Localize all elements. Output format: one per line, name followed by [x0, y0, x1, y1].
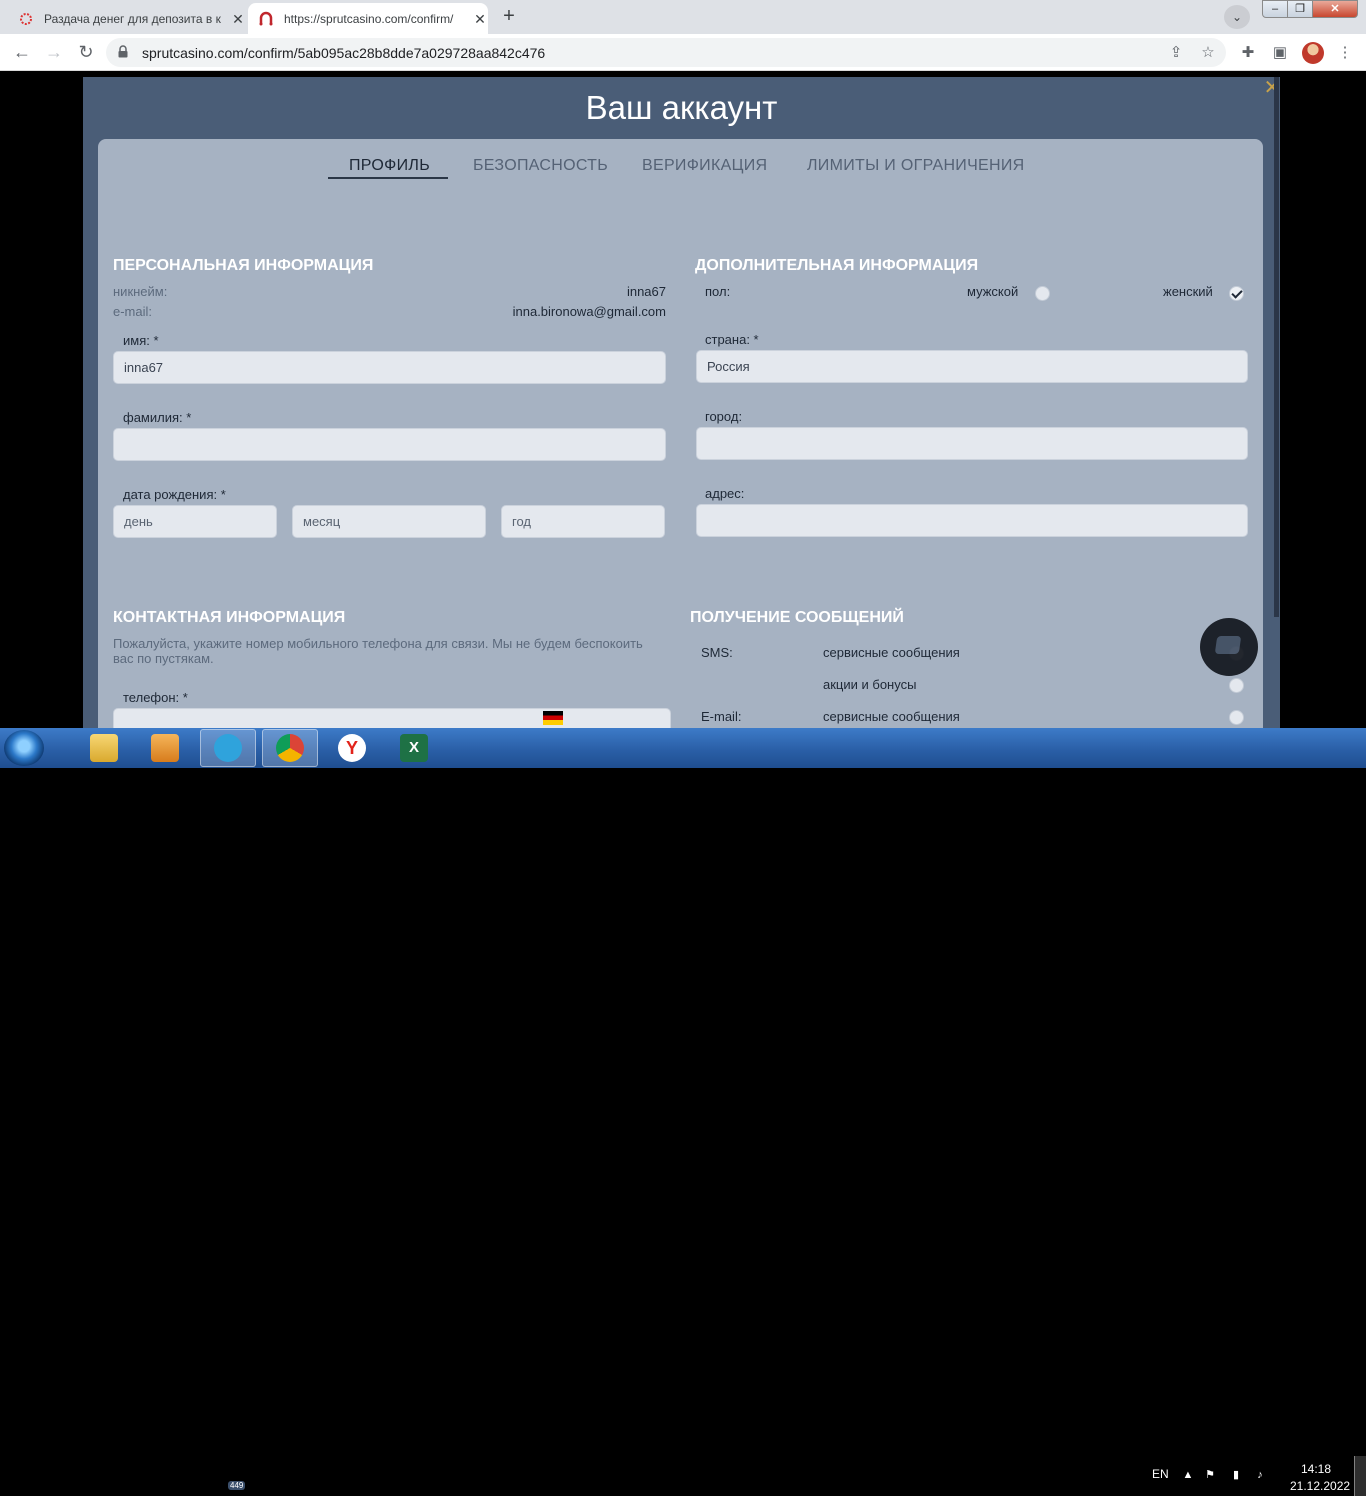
url-text: sprutcasino.com/confirm/5ab095ac28b8dde7… — [142, 45, 546, 61]
last-name-input[interactable] — [113, 428, 666, 461]
tab-limits[interactable]: ЛИМИТЫ И ОГРАНИЧЕНИЯ — [807, 157, 1025, 175]
email-messages-label: E-mail: — [701, 709, 742, 724]
show-desktop-button[interactable] — [1354, 1456, 1366, 1496]
page-content: Ваш аккаунт ✕ ПРОФИЛЬ БЕЗОПАСНОСТЬ ВЕРИФ… — [0, 71, 1366, 728]
telegram-unread-badge: 449 — [228, 1481, 246, 1490]
phone-label: телефон: * — [123, 690, 188, 705]
email-service-radio[interactable] — [1229, 710, 1244, 725]
profile-panel: ПРОФИЛЬ БЕЗОПАСНОСТЬ ВЕРИФИКАЦИЯ ЛИМИТЫ … — [98, 139, 1263, 728]
birth-year-select[interactable]: год — [501, 505, 665, 538]
additional-info-title: ДОПОЛНИТЕЛЬНАЯ ИНФОРМАЦИЯ — [695, 257, 979, 274]
email-service-label: сервисные сообщения — [823, 709, 960, 724]
tab-security[interactable]: БЕЗОПАСНОСТЬ — [473, 157, 608, 175]
country-label: страна: * — [705, 332, 759, 347]
address-label: адрес: — [705, 486, 745, 501]
gear-favicon-icon — [18, 11, 34, 27]
browser-toolbar: ← → ↻ sprutcasino.com/confirm/5ab095ac28… — [0, 34, 1366, 71]
taskbar: Y X 449 EN ▲ ⚑ ▮ ♪ 14:18 21.12.2022 — [0, 728, 1366, 1496]
language-indicator[interactable]: EN — [1152, 1467, 1169, 1481]
nickname-label: никнейм: — [113, 284, 168, 299]
window-minimize-button[interactable]: – — [1262, 0, 1288, 18]
clock-time[interactable]: 14:18 — [1296, 1462, 1336, 1476]
first-name-label: имя: * — [123, 333, 159, 348]
sms-promo-radio[interactable] — [1229, 678, 1244, 693]
phone-input[interactable] — [113, 708, 671, 728]
gender-label: пол: — [705, 284, 731, 299]
account-tabs: ПРОФИЛЬ БЕЗОПАСНОСТЬ ВЕРИФИКАЦИЯ ЛИМИТЫ … — [98, 157, 1263, 181]
personal-info-title: ПЕРСОНАЛЬНАЯ ИНФОРМАЦИЯ — [113, 257, 374, 274]
city-label: город: — [705, 409, 743, 424]
tray-expand-icon[interactable]: ▲ — [1181, 1468, 1195, 1482]
share-icon[interactable]: ⇪ — [1166, 43, 1186, 63]
sms-service-label: сервисные сообщения — [823, 645, 960, 660]
sms-promo-label: акции и бонусы — [823, 677, 917, 692]
nickname-value: inna67 — [626, 284, 666, 299]
birth-day-select[interactable]: день — [113, 505, 277, 538]
profile-avatar[interactable] — [1302, 42, 1324, 64]
browser-tab-strip: Раздача денег для депозита в к ✕ https:/… — [0, 0, 1366, 34]
window-close-button[interactable]: ✕ — [1312, 0, 1358, 18]
extensions-puzzle-icon[interactable]: ✚ — [1237, 42, 1259, 64]
birth-month-select[interactable]: месяц — [292, 505, 486, 538]
email-value: inna.bironowa@gmail.com — [512, 304, 666, 319]
close-tab-icon[interactable]: ✕ — [472, 11, 488, 27]
birth-date-label: дата рождения: * — [123, 487, 226, 502]
excel-icon[interactable]: X — [386, 729, 442, 767]
country-flag-icon[interactable] — [543, 711, 563, 725]
country-select[interactable]: Россия — [696, 350, 1248, 383]
bookmark-star-icon[interactable]: ☆ — [1198, 43, 1218, 63]
media-player-icon[interactable] — [137, 729, 193, 767]
gender-male-radio[interactable] — [1035, 286, 1050, 301]
clock-date[interactable]: 21.12.2022 — [1290, 1479, 1350, 1493]
active-tab-indicator — [328, 177, 448, 179]
start-button[interactable] — [4, 730, 44, 766]
menu-dots-icon[interactable]: ⋮ — [1334, 42, 1356, 64]
tab-title: Раздача денег для депозита в к — [44, 11, 221, 26]
gender-female-radio[interactable] — [1229, 286, 1244, 301]
address-bar[interactable]: sprutcasino.com/confirm/5ab095ac28b8dde7… — [106, 38, 1226, 67]
tab-title: https://sprutcasino.com/confirm/ — [284, 11, 454, 26]
gender-female-label: женский — [1163, 284, 1213, 299]
volume-icon[interactable]: ♪ — [1253, 1468, 1267, 1482]
contact-info-title: КОНТАКТНАЯ ИНФОРМАЦИЯ — [113, 609, 346, 626]
chrome-icon[interactable] — [262, 729, 318, 767]
side-panel-icon[interactable]: ▣ — [1269, 42, 1291, 64]
account-modal: Ваш аккаунт ✕ ПРОФИЛЬ БЕЗОПАСНОСТЬ ВЕРИФ… — [83, 77, 1280, 728]
browser-tab-1[interactable]: Раздача денег для депозита в к ✕ — [8, 3, 246, 34]
octopus-favicon-icon — [258, 11, 274, 27]
chat-bubble-icon[interactable] — [1200, 618, 1258, 676]
email-label: e-mail: — [113, 304, 153, 319]
tab-profile[interactable]: ПРОФИЛЬ — [349, 157, 430, 175]
action-center-flag-icon[interactable]: ⚑ — [1203, 1468, 1217, 1482]
forward-arrow-icon[interactable]: → — [43, 41, 65, 63]
gender-male-label: мужской — [967, 284, 1019, 299]
reload-icon[interactable]: ↻ — [75, 41, 97, 63]
modal-scrollbar[interactable] — [1274, 77, 1279, 617]
address-input[interactable] — [696, 504, 1248, 537]
last-name-label: фамилия: * — [123, 410, 192, 425]
network-signal-icon[interactable]: ▮ — [1229, 1468, 1243, 1482]
browser-tab-2[interactable]: https://sprutcasino.com/confirm/ ✕ — [248, 3, 488, 34]
window-restore-button[interactable]: ❐ — [1287, 0, 1313, 18]
messages-title: ПОЛУЧЕНИЕ СООБЩЕНИЙ — [690, 609, 904, 626]
yandex-browser-icon[interactable]: Y — [324, 729, 380, 767]
tab-search-chevron-icon[interactable]: ⌄ — [1224, 5, 1250, 29]
modal-title: Ваш аккаунт — [585, 89, 778, 126]
contact-hint: Пожалуйста, укажите номер мобильного тел… — [113, 636, 643, 666]
city-input[interactable] — [696, 427, 1248, 460]
tab-verification[interactable]: ВЕРИФИКАЦИЯ — [642, 157, 767, 175]
close-tab-icon[interactable]: ✕ — [230, 11, 246, 27]
sms-label: SMS: — [701, 645, 733, 660]
back-arrow-icon[interactable]: ← — [11, 41, 33, 63]
new-tab-button[interactable]: + — [496, 5, 522, 29]
first-name-input[interactable]: inna67 — [113, 351, 666, 384]
telegram-icon[interactable] — [200, 729, 256, 767]
explorer-icon[interactable] — [76, 729, 132, 767]
lock-icon — [118, 45, 128, 58]
